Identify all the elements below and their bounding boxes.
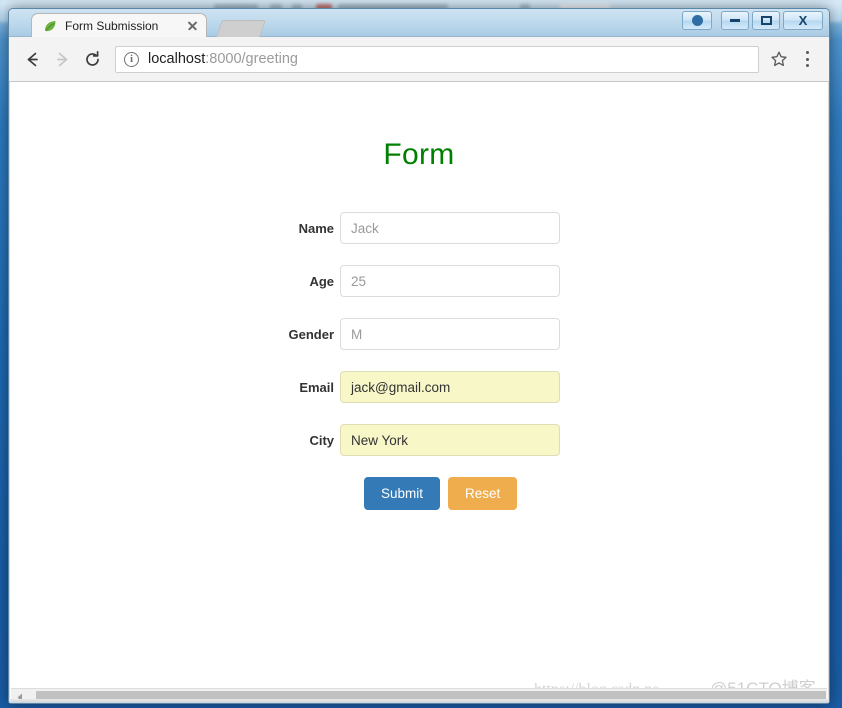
- reload-button[interactable]: [77, 44, 107, 74]
- form-actions: Submit Reset: [364, 477, 828, 510]
- form-row-gender: Gender M: [10, 318, 828, 350]
- submit-button[interactable]: Submit: [364, 477, 441, 510]
- menu-dot-icon: [805, 51, 809, 55]
- new-tab-button[interactable]: [216, 20, 266, 37]
- maximize-icon: [753, 12, 779, 29]
- spring-leaf-icon: [42, 18, 58, 34]
- form-row-age: Age 25: [10, 265, 828, 297]
- form-row-name: Name Jack: [10, 212, 828, 244]
- address-bar[interactable]: i localhost:8000/greeting: [115, 45, 759, 73]
- input-gender[interactable]: M: [340, 318, 560, 350]
- page-viewport: Form Name Jack Age 25 Gender M Email jac…: [9, 82, 829, 703]
- forward-button: [47, 44, 77, 74]
- maximize-button[interactable]: [752, 11, 780, 30]
- minimize-icon: [722, 12, 748, 29]
- window-controls: X: [679, 11, 823, 30]
- label-gender: Gender: [288, 326, 334, 342]
- form-row-city: City New York: [10, 424, 828, 456]
- label-city: City: [309, 432, 334, 448]
- url-host: localhost: [148, 51, 206, 67]
- url-text: localhost:8000/greeting: [148, 51, 298, 67]
- input-name[interactable]: Jack: [340, 212, 560, 244]
- tab-title: Form Submission: [65, 18, 159, 33]
- greeting-form: Name Jack Age 25 Gender M Email jack@gma…: [10, 212, 828, 510]
- menu-dot-icon: [805, 63, 809, 67]
- tab-form-submission[interactable]: Form Submission: [31, 13, 207, 37]
- user-icon: [683, 12, 711, 29]
- url-path: :8000/greeting: [205, 51, 298, 67]
- input-city[interactable]: New York: [340, 424, 560, 456]
- label-email: Email: [299, 379, 334, 395]
- label-name: Name: [298, 220, 334, 236]
- form-row-email: Email jack@gmail.com: [10, 371, 828, 403]
- page-title: Form: [383, 138, 455, 171]
- tab-strip: Form Submission X: [9, 9, 829, 37]
- reset-button[interactable]: Reset: [448, 477, 518, 510]
- close-window-icon: X: [798, 13, 808, 28]
- label-age: Age: [309, 273, 334, 289]
- info-icon[interactable]: i: [124, 51, 139, 67]
- close-window-button[interactable]: X: [783, 11, 823, 30]
- close-icon[interactable]: [186, 19, 200, 33]
- browser-menu-button[interactable]: [793, 45, 821, 73]
- menu-dot-icon: [805, 57, 809, 61]
- input-email[interactable]: jack@gmail.com: [340, 371, 560, 403]
- minimize-button[interactable]: [721, 11, 749, 30]
- back-button[interactable]: [17, 44, 47, 74]
- browser-toolbar: i localhost:8000/greeting: [9, 37, 829, 82]
- browser-window: Form Submission X i localhost:8000/greet…: [8, 8, 830, 704]
- input-age[interactable]: 25: [340, 265, 560, 297]
- user-account-button[interactable]: [682, 11, 712, 30]
- window-bottom-edge: [9, 699, 829, 703]
- bookmark-star-icon[interactable]: [765, 45, 793, 73]
